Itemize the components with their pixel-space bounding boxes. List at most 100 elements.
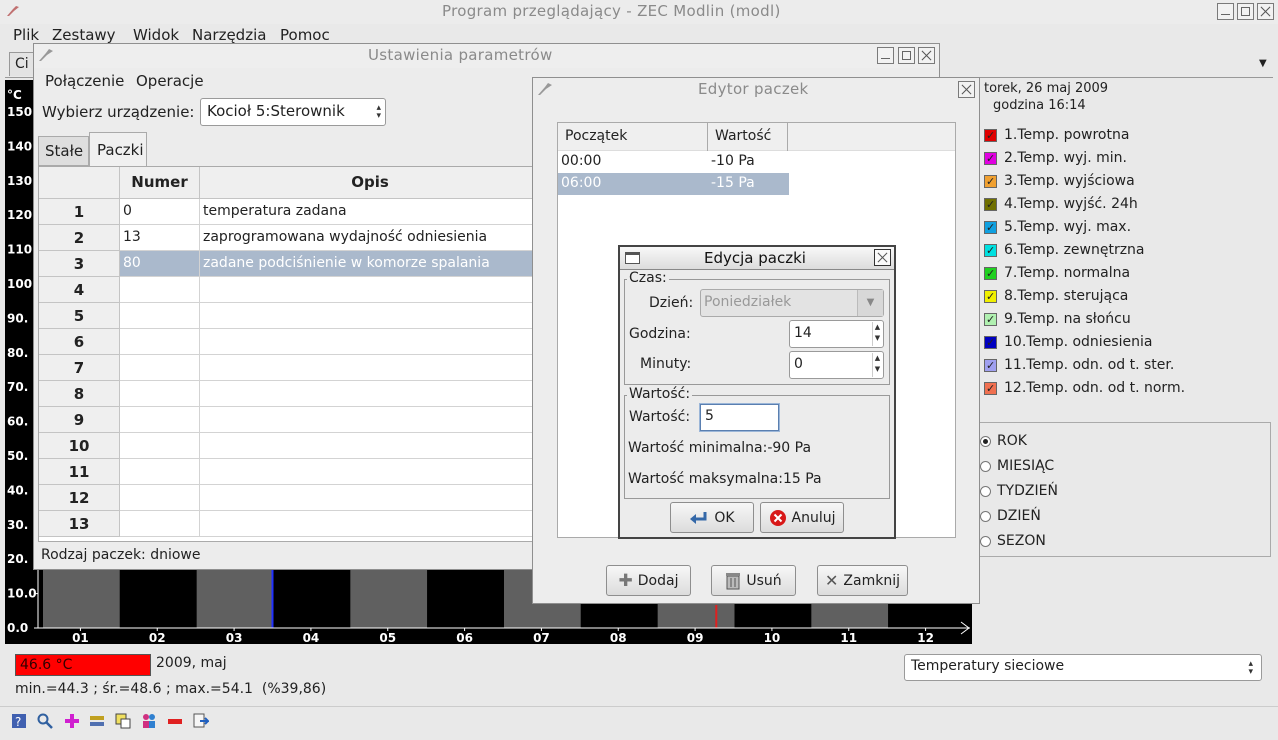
list-item[interactable]: 00:00 -10 Pa (558, 151, 789, 173)
table-cell-opis[interactable] (200, 433, 539, 459)
cancel-button[interactable]: Anuluj (760, 502, 844, 533)
radio-dot[interactable] (980, 461, 991, 472)
swap-icon[interactable] (89, 713, 105, 729)
edit-dialog-titlebar[interactable]: Edycja paczki (620, 247, 894, 270)
legend-checkbox[interactable] (984, 127, 997, 145)
day-select[interactable]: Poniedziałek ▼ (700, 289, 884, 317)
params-titlebar[interactable]: Ustawienia parametrów (34, 44, 939, 68)
remove-button[interactable]: Usuń (711, 565, 796, 596)
row-header[interactable]: 4 (39, 277, 120, 303)
table-cell-numer[interactable] (120, 355, 200, 381)
minimize-button[interactable] (1217, 3, 1234, 20)
zoom-icon[interactable] (37, 713, 53, 729)
window-icon[interactable] (115, 713, 131, 729)
table-cell-opis[interactable] (200, 355, 539, 381)
hour-spin-arrows-icon[interactable]: ▲ ▼ (872, 322, 882, 346)
radio-dot[interactable] (980, 511, 991, 522)
table-cell-opis[interactable] (200, 485, 539, 511)
column-header-wartosc[interactable]: Wartość (708, 123, 788, 151)
table-cell-opis[interactable] (200, 329, 539, 355)
row-header[interactable]: 11 (39, 459, 120, 485)
column-header-numer[interactable]: Numer (120, 167, 200, 199)
table-cell-numer[interactable] (120, 433, 200, 459)
row-header[interactable]: 3 (39, 251, 120, 277)
column-header-opis[interactable]: Opis (200, 167, 539, 199)
legend-checkbox[interactable] (984, 219, 997, 237)
params-menu-operations[interactable]: Operacje (136, 72, 204, 90)
menu-zestawy[interactable]: Zestawy (52, 26, 116, 44)
legend-checkbox[interactable] (984, 196, 997, 214)
edit-dialog-close-button[interactable] (874, 249, 891, 266)
value-input[interactable]: 5 (700, 404, 779, 431)
row-header[interactable]: 9 (39, 407, 120, 433)
table-cell-numer[interactable] (120, 329, 200, 355)
table-cell-numer[interactable] (120, 407, 200, 433)
table-cell-opis[interactable] (200, 277, 539, 303)
params-menu-connection[interactable]: Połączenie (45, 72, 124, 90)
minus-icon[interactable] (167, 713, 183, 729)
tab-paczki[interactable]: Paczki (89, 132, 147, 166)
radio-dot[interactable] (980, 536, 991, 547)
column-header-poczatek[interactable]: Początek (558, 123, 708, 151)
table-cell-numer[interactable] (120, 277, 200, 303)
menu-plik[interactable]: Plik (13, 26, 39, 44)
legend-checkbox[interactable] (984, 242, 997, 260)
plus-icon[interactable] (64, 713, 80, 729)
radio-dot[interactable] (980, 486, 991, 497)
legend-checkbox[interactable] (984, 357, 997, 375)
main-titlebar[interactable]: Program przeglądający - ZEC Modlin (modl… (0, 0, 1278, 24)
row-header[interactable]: 5 (39, 303, 120, 329)
row-header[interactable]: 7 (39, 355, 120, 381)
table-cell-numer[interactable] (120, 303, 200, 329)
menu-widok[interactable]: Widok (133, 26, 179, 44)
row-header[interactable]: 12 (39, 485, 120, 511)
row-header[interactable]: 2 (39, 225, 120, 251)
minute-spinbox[interactable]: 0 ▲ ▼ (789, 351, 884, 379)
table-cell-opis[interactable] (200, 381, 539, 407)
params-minimize-button[interactable] (877, 47, 894, 64)
export-icon[interactable] (193, 713, 209, 729)
legend-checkbox[interactable] (984, 380, 997, 398)
table-cell-numer[interactable] (120, 485, 200, 511)
hour-spinbox[interactable]: 14 ▲ ▼ (789, 320, 884, 348)
row-header[interactable]: 8 (39, 381, 120, 407)
legend-checkbox[interactable] (984, 265, 997, 283)
minute-spin-arrows-icon[interactable]: ▲ ▼ (872, 353, 882, 377)
table-cell-opis[interactable] (200, 407, 539, 433)
table-cell-numer[interactable] (120, 381, 200, 407)
ok-button[interactable]: OK (670, 502, 754, 533)
table-cell-numer[interactable]: 80 (120, 251, 200, 277)
legend-checkbox[interactable] (984, 288, 997, 306)
params-close-button[interactable] (918, 47, 935, 64)
table-cell-opis[interactable]: temperatura zadana (200, 199, 539, 225)
table-cell-opis[interactable]: zaprogramowana wydajność odniesienia (200, 225, 539, 251)
table-cell-opis[interactable] (200, 511, 539, 537)
table-cell-opis[interactable]: zadane podciśnienie w komorze spalania (200, 251, 539, 277)
table-cell-numer[interactable]: 13 (120, 225, 200, 251)
edit-dialog-menu-icon[interactable] (625, 252, 640, 264)
table-cell-numer[interactable] (120, 511, 200, 537)
list-item[interactable]: 06:00 -15 Pa (558, 173, 789, 195)
row-header[interactable]: 10 (39, 433, 120, 459)
tab-stale[interactable]: Stałe (38, 136, 89, 166)
table-cell-numer[interactable] (120, 459, 200, 485)
close-button[interactable] (1257, 3, 1274, 20)
editor-close-button[interactable] (958, 81, 975, 98)
device-select[interactable]: Kocioł 5:Sterownik ▴ ▾ (200, 98, 386, 126)
tab-partial[interactable]: Ci (9, 52, 35, 76)
legend-checkbox[interactable] (984, 311, 997, 329)
table-cell-numer[interactable]: 0 (120, 199, 200, 225)
tab-scroll-icon[interactable]: ▼ (1259, 58, 1267, 69)
menu-pomoc[interactable]: Pomoc (280, 26, 330, 44)
radio-dot[interactable] (980, 436, 991, 447)
row-header[interactable]: 13 (39, 511, 120, 537)
people-icon[interactable] (141, 713, 157, 729)
legend-checkbox[interactable] (984, 150, 997, 168)
close-editor-button[interactable]: ✕ Zamknij (817, 565, 908, 596)
help-icon[interactable]: ? (11, 713, 27, 729)
table-cell-opis[interactable] (200, 459, 539, 485)
legend-checkbox[interactable] (984, 334, 997, 352)
row-header[interactable]: 1 (39, 199, 120, 225)
add-button[interactable]: ✚ Dodaj (606, 565, 691, 596)
table-cell-opis[interactable] (200, 303, 539, 329)
